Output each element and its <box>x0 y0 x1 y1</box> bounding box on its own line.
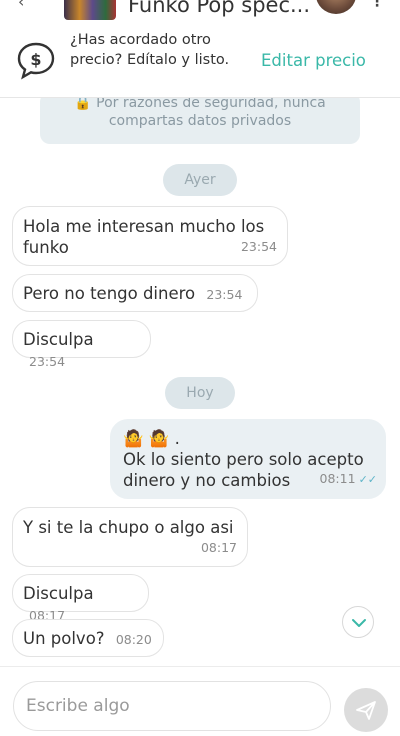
price-chat-icon: $ <box>17 42 55 80</box>
banner-message: ¿Has acordado otro precio? Edítalo y lis… <box>70 32 230 68</box>
edit-price-link[interactable]: Editar precio <box>261 51 366 70</box>
message-text: Hola me interesan mucho los funko <box>23 217 265 257</box>
chevron-down-icon <box>352 619 366 627</box>
more-options-icon[interactable]: ⋮ <box>370 0 384 10</box>
message-text: Disculpa <box>23 584 94 603</box>
message-text: Disculpa <box>23 330 94 349</box>
message-bubble[interactable]: Un polvo? 08:20 <box>12 619 164 657</box>
message-text: Un polvo? <box>23 629 105 648</box>
message-bubble[interactable]: Y si te la chupo o algo asi 08:17 <box>12 507 248 567</box>
message-time: 08:20 <box>115 632 152 647</box>
message-text: Y si te la chupo o algo asi <box>23 518 234 537</box>
chat-header: ‹ Funko Pop spec... ⋮ <box>0 0 400 22</box>
message-bubble[interactable]: Disculpa 23:54 <box>12 320 151 369</box>
send-icon <box>356 701 376 720</box>
back-arrow-icon[interactable]: ‹ <box>18 0 24 11</box>
message-time: 23:54 <box>29 354 66 369</box>
message-time: 08:17 <box>200 540 237 555</box>
price-banner: $ ¿Has acordado otro precio? Edítalo y l… <box>0 22 400 98</box>
day-separator: Ayer <box>163 164 237 196</box>
scroll-to-bottom-button[interactable] <box>342 606 374 638</box>
message-text: Pero no tengo dinero <box>23 284 196 303</box>
security-notice-text: 🔒 Por razones de seguridad, nunca compar… <box>74 98 326 129</box>
message-time: 08:11 <box>319 471 356 486</box>
composer <box>0 666 400 736</box>
send-button[interactable] <box>344 688 388 732</box>
message-input[interactable] <box>13 681 331 731</box>
message-bubble[interactable]: Hola me interesan mucho los funko 23:54 <box>12 206 288 266</box>
day-separator: Hoy <box>165 377 235 409</box>
message-list[interactable]: 🔒 Por razones de seguridad, nunca compar… <box>0 98 400 666</box>
security-notice: 🔒 Por razones de seguridad, nunca compar… <box>40 98 360 144</box>
conversation-title[interactable]: Funko Pop spec... <box>128 0 310 17</box>
read-receipt-icon: ✓✓ <box>358 473 377 486</box>
message-bubble-sent[interactable]: 🤷 🤷 . Ok lo siento pero solo acepto dine… <box>110 419 386 499</box>
message-time: 23:54 <box>240 239 277 254</box>
message-time: 23:54 <box>206 287 243 302</box>
svg-text:$: $ <box>30 50 41 69</box>
message-bubble[interactable]: Disculpa 08:17 <box>12 574 149 623</box>
product-thumbnail[interactable] <box>64 0 116 20</box>
message-bubble[interactable]: Pero no tengo dinero 23:54 <box>12 274 258 312</box>
avatar[interactable] <box>316 0 356 14</box>
